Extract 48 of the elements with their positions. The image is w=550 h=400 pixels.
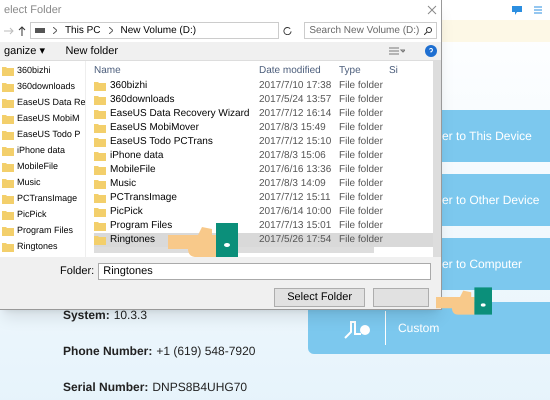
date-cell-text: 2017/8/3 15:49 bbox=[259, 121, 327, 136]
file-name: Music bbox=[110, 177, 136, 192]
type-cell-text: File folder bbox=[339, 121, 384, 136]
type-cell-text: File folder bbox=[339, 79, 384, 94]
date-cell-text: 2017/6/14 10:00 bbox=[259, 205, 332, 220]
date-cell-text: 2017/5/26 17:54 bbox=[259, 233, 332, 248]
type-cell-text: File folder bbox=[339, 107, 384, 122]
type-cell-text: File folder bbox=[339, 163, 384, 178]
tile-label: Custom bbox=[398, 320, 440, 337]
file-name: Ringtones bbox=[110, 233, 156, 248]
file-name: 360bizhi bbox=[110, 79, 148, 94]
info-label: Serial Number: bbox=[63, 379, 148, 396]
folder-label: Folder: bbox=[60, 264, 94, 280]
file-name: Program Files bbox=[110, 219, 172, 234]
type-cell-text: File folder bbox=[339, 149, 384, 164]
type-cell-text: File folder bbox=[339, 205, 384, 220]
date-cell-text: 2017/8/3 14:09 bbox=[259, 177, 327, 192]
info-label: Phone Number: bbox=[63, 343, 152, 360]
file-name: PCTransImage bbox=[110, 191, 177, 206]
date-cell-text: 2017/7/12 15:10 bbox=[259, 135, 332, 150]
file-name: EaseUS Todo PCTrans bbox=[110, 135, 213, 150]
file-name: MobileFile bbox=[110, 163, 156, 178]
file-name: iPhone data bbox=[110, 149, 164, 164]
file-name: EaseUS MobiMover bbox=[110, 121, 199, 136]
file-name: 360downloads bbox=[110, 93, 174, 108]
window-title: elect Folder bbox=[4, 2, 62, 18]
date-cell-text: 2017/7/10 17:38 bbox=[259, 79, 332, 94]
date-cell-text: 2017/7/12 16:14 bbox=[259, 107, 332, 122]
date-cell-text: 2017/7/12 15:11 bbox=[259, 191, 332, 206]
file-name: PicPick bbox=[110, 205, 143, 220]
type-cell-text: File folder bbox=[339, 191, 384, 206]
file-name: EaseUS Data Recovery Wizard bbox=[110, 107, 250, 122]
info-value: DNPS8B4UHG70 bbox=[152, 379, 248, 396]
tile-label: er to This Device bbox=[442, 128, 532, 145]
date-cell-text: 2017/7/13 15:01 bbox=[259, 219, 332, 234]
tile-label: er to Other Device bbox=[442, 192, 540, 209]
type-cell-text: File folder bbox=[339, 177, 384, 192]
type-cell-text: File folder bbox=[339, 219, 384, 234]
type-cell-text: File folder bbox=[339, 93, 384, 108]
tile-label: er to Computer bbox=[442, 256, 522, 273]
info-value: +1 (619) 548-7920 bbox=[156, 343, 256, 360]
date-cell-text: 2017/8/3 15:06 bbox=[259, 149, 327, 164]
type-cell-text: File folder bbox=[339, 233, 384, 248]
date-cell-text: 2017/6/16 13:36 bbox=[259, 163, 332, 178]
date-cell-text: 2017/5/24 13:57 bbox=[259, 93, 332, 108]
type-cell-text: File folder bbox=[339, 135, 384, 150]
info-label: System: bbox=[63, 307, 110, 324]
info-value: 10.3.3 bbox=[114, 307, 148, 324]
